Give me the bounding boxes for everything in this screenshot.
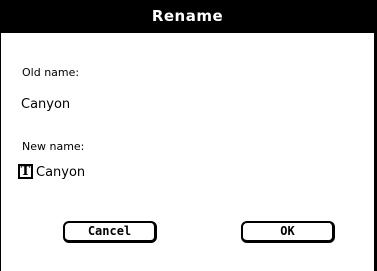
ok-button[interactable]: OK bbox=[241, 221, 335, 243]
old-name-label: Old name: bbox=[22, 66, 80, 79]
rename-dialog: Rename Old name: Canyon New name: T Cany… bbox=[0, 0, 377, 271]
cancel-button[interactable]: Cancel bbox=[63, 221, 157, 243]
dialog-title: Rename bbox=[1, 0, 374, 33]
text-type-icon: T bbox=[18, 164, 33, 179]
new-name-field[interactable]: Canyon bbox=[36, 165, 85, 180]
old-name-value: Canyon bbox=[21, 97, 71, 112]
new-name-label: New name: bbox=[22, 140, 85, 153]
